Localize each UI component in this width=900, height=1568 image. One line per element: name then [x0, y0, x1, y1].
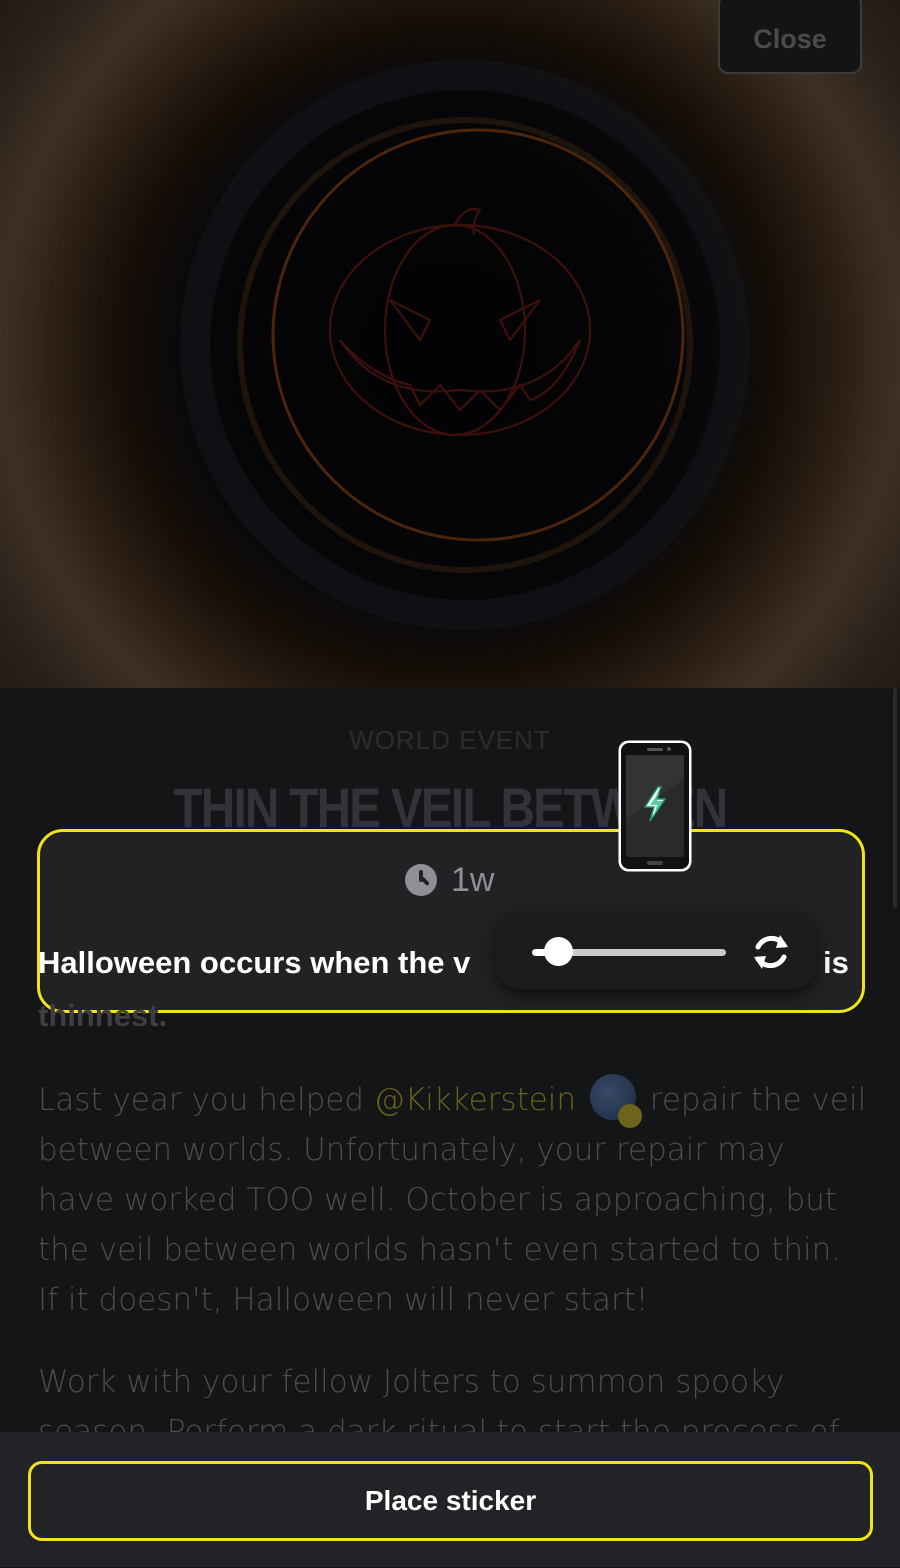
rotate-icon[interactable] — [750, 931, 792, 973]
event-lead-text-end: is — [823, 945, 849, 980]
clock-icon — [405, 864, 437, 896]
sticker-size-slider-handle[interactable] — [544, 937, 573, 966]
event-category-label: WORLD EVENT — [349, 725, 551, 755]
place-sticker-button[interactable]: Place sticker — [28, 1461, 873, 1541]
description-text-start: Last year you helped — [38, 1082, 374, 1118]
hero-overlay — [0, 0, 900, 688]
user-mention-link[interactable]: @Kikkerstein — [374, 1082, 576, 1118]
time-remaining-value: 1w — [451, 860, 495, 899]
event-description-paragraph-1: Last year you helped @Kikkerstein repair… — [38, 1074, 868, 1325]
close-button[interactable]: Close — [718, 0, 862, 74]
phone-sticker-icon[interactable] — [617, 739, 693, 873]
event-lead-text-line2: thinnest. — [38, 998, 168, 1033]
event-lead-text: Halloween occurs when the v — [38, 945, 471, 980]
verified-badge-icon — [617, 1104, 642, 1128]
scrollbar[interactable] — [893, 688, 897, 908]
time-remaining: 1w — [405, 860, 494, 900]
event-hero-image — [0, 0, 900, 688]
user-avatar[interactable] — [589, 1074, 642, 1128]
sticker-controls — [496, 913, 816, 989]
